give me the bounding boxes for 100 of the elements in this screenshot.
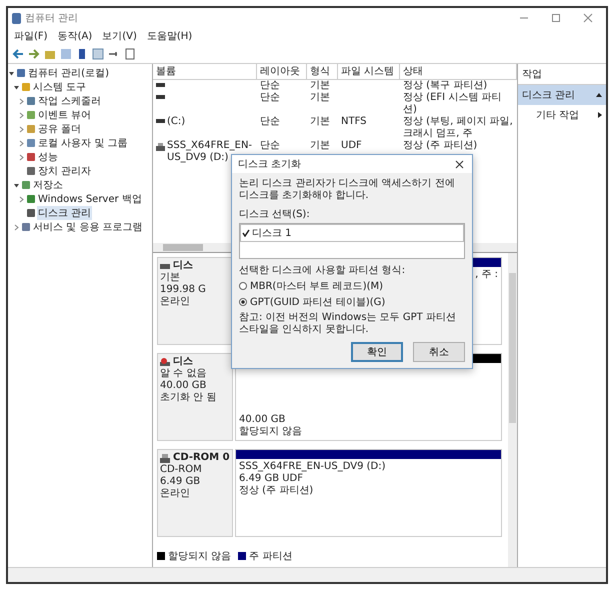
tree-item[interactable]: 로컬 사용자 및 그룹 <box>37 136 129 150</box>
checkbox[interactable] <box>242 229 250 237</box>
disk-detail: CD-ROM <box>160 464 203 476</box>
disk-detail: 온라인 <box>160 488 191 500</box>
collapse-arrow-icon[interactable] <box>596 93 602 97</box>
partition-detail: 6.49 GB UDF <box>239 473 304 485</box>
legend-label: 할당되지 않음 <box>168 550 232 563</box>
pane-view-icon[interactable] <box>92 48 104 60</box>
tree-node-icon <box>27 139 35 147</box>
vertical-scrollbar[interactable] <box>508 253 517 567</box>
cancel-button[interactable]: 취소 <box>413 342 465 362</box>
back-arrow-icon[interactable] <box>12 48 24 60</box>
table-cell: 단순 <box>260 92 280 104</box>
tree-item[interactable]: 성능 <box>37 150 59 164</box>
close-icon[interactable] <box>583 13 593 23</box>
tree-item[interactable]: 시스템 도구 <box>32 80 88 94</box>
actions-section[interactable]: 디스크 관리 <box>518 85 606 105</box>
collapse-arrow-icon[interactable] <box>13 182 20 188</box>
help-book-icon[interactable] <box>76 48 88 60</box>
tree-item[interactable]: 디스크 관리 <box>37 206 92 220</box>
disk-detail: 초기화 안 됨 <box>160 392 218 404</box>
tree-item[interactable]: 장치 관리자 <box>37 164 92 178</box>
disk-list-item[interactable]: 디스크 1 <box>252 226 292 240</box>
cd-drive-icon <box>156 143 165 151</box>
tree-node-icon <box>27 97 35 105</box>
table-cell: 정상 (부팅, 페이지 파일, 크래시 덤프, 주 <box>403 116 514 140</box>
tree-node-icon <box>22 181 30 189</box>
window-title: 컴퓨터 관리 <box>25 12 78 25</box>
tree-item[interactable]: 공유 폴더 <box>37 122 82 136</box>
table-cell: 기본 <box>310 92 330 104</box>
table-cell: 기본 <box>310 140 330 152</box>
radio-button[interactable] <box>239 298 247 306</box>
partition-detail: SSS_X64FRE_EN-US_DV9 (D:) <box>239 461 386 473</box>
close-button[interactable] <box>453 158 466 170</box>
disk-name: 디스 <box>173 356 193 368</box>
tree-item[interactable]: Windows Server 백업 <box>37 192 143 206</box>
radio-label[interactable]: GPT(GUID 파티션 테이블)(G) <box>250 295 386 309</box>
tree-node-icon <box>22 223 30 231</box>
grid-view-icon[interactable] <box>60 48 72 60</box>
tree-item[interactable]: 서비스 및 응용 프로그램 <box>32 220 144 234</box>
disk-name: CD-ROM 0 <box>173 452 230 464</box>
partition-detail: 할당되지 않음 <box>239 426 304 438</box>
table-cell: 단순 <box>260 140 280 152</box>
legend-swatch <box>157 552 165 560</box>
tree-node-icon <box>27 111 35 119</box>
collapse-arrow-icon[interactable] <box>8 70 15 76</box>
tree-node-icon <box>17 69 25 77</box>
computer-icon <box>12 12 21 24</box>
tree-item[interactable]: 작업 스케줄러 <box>37 94 102 108</box>
ok-button[interactable]: 확인 <box>351 342 403 362</box>
disk-detail: 199.98 G <box>160 284 207 296</box>
table-cell: NTFS <box>341 116 367 128</box>
menu-item[interactable]: 보기(V) <box>102 29 137 44</box>
tree-node-icon <box>22 83 30 91</box>
partition-detail: 40.00 GB <box>239 414 286 426</box>
submenu-arrow-icon <box>598 112 602 118</box>
tree-node-icon <box>27 153 35 161</box>
tree-node-icon <box>27 195 35 203</box>
disk-name: 디스 <box>173 260 193 272</box>
table-cell-text: 정상 (EFI 시스템 파티션) <box>403 92 502 116</box>
column-header[interactable]: 볼륨 <box>153 64 257 79</box>
disk-detail: 온라인 <box>160 296 191 308</box>
partition-detail: 정상 (주 파티션) <box>239 485 314 497</box>
table-cell: UDF <box>341 140 362 152</box>
tree-item[interactable]: 이벤트 뷰어 <box>37 108 92 122</box>
legend-swatch <box>238 552 246 560</box>
menu-item[interactable]: 동작(A) <box>58 29 92 44</box>
table-cell: 단순 <box>260 116 280 128</box>
disk-detail: 기본 <box>160 272 181 284</box>
tree-node-icon <box>27 209 35 217</box>
volume-icon <box>156 119 165 123</box>
disk-detail: 6.49 GB <box>160 476 202 488</box>
table-cell: 기본 <box>310 116 330 128</box>
partition-detail: , 주 : <box>475 269 498 281</box>
disk-error-icon <box>160 358 170 366</box>
cd-drive-icon <box>160 454 170 462</box>
maximize-icon[interactable] <box>551 13 561 23</box>
disk-detail: 40.00 GB <box>160 380 208 392</box>
column-header[interactable]: 형식 <box>307 64 338 79</box>
collapse-arrow-icon[interactable] <box>13 84 20 90</box>
tree-item[interactable]: 저장소 <box>32 178 64 192</box>
tree-node-icon <box>27 125 35 133</box>
forward-arrow-icon[interactable] <box>28 48 40 60</box>
folder-up-icon[interactable] <box>44 48 56 60</box>
partition-block[interactable]: SSS_X64FRE_EN-US_DV9 (D:) 6.49 GB UDF 정상 (주 파티션) <box>235 449 502 537</box>
column-header[interactable]: 레이아웃 <box>257 64 307 79</box>
menu-item[interactable]: 파일(F) <box>14 29 48 44</box>
radio-button[interactable] <box>239 282 247 290</box>
column-header[interactable]: 파일 시스템 <box>338 64 400 79</box>
menu-item[interactable]: 도움말(H) <box>146 29 192 44</box>
radio-label[interactable]: MBR(마스터 부트 레코드)(M) <box>250 279 384 293</box>
table-cell: 정상 (복구 파티션) <box>403 80 488 92</box>
table-cell: 단순 <box>260 80 280 92</box>
dialog-note: 참고: 이전 버전의 Windows는 모두 GPT 파티션 스타일을 인식하지 못합니다. <box>239 312 457 336</box>
disk-detail: 알 수 없음 <box>160 368 208 380</box>
properties-icon[interactable] <box>124 48 136 60</box>
column-header[interactable]: 상태 <box>400 64 517 79</box>
tree-item[interactable]: 컴퓨터 관리(로컬) <box>27 66 110 80</box>
dialog-message: 논리 디스크 관리자가 디스크에 액세스하기 전에 디스크를 초기화해야 합니다. <box>239 178 456 202</box>
more-actions-item[interactable]: 기타 작업 <box>518 105 606 125</box>
